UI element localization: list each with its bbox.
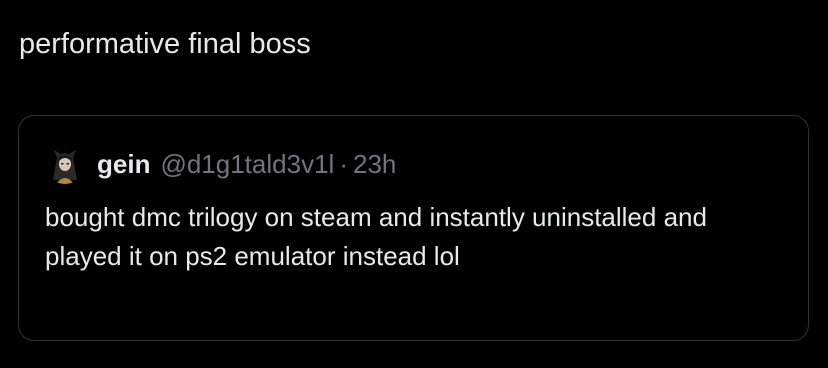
anime-character-avatar-icon [45,144,85,184]
post-text: performative final boss [19,28,311,60]
quoted-post-card[interactable]: gein @d1g1tald3v1l · 23h bought dmc tril… [18,115,809,341]
quoted-timestamp[interactable]: 23h [353,149,396,180]
avatar[interactable] [45,144,85,184]
quoted-post-header: gein @d1g1tald3v1l · 23h [45,144,396,184]
quoted-display-name[interactable]: gein [97,149,150,180]
quoted-handle[interactable]: @d1g1tald3v1l [160,149,334,180]
quoted-post-text: bought dmc trilogy on steam and instantl… [45,202,707,271]
separator-dot: · [339,148,348,179]
